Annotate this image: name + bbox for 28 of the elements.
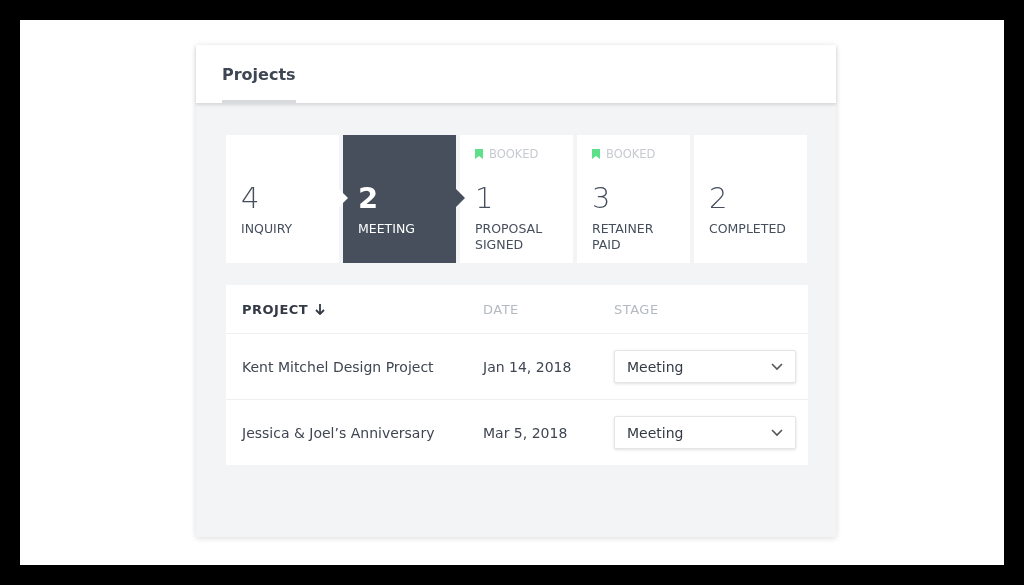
booked-label: BOOKED — [489, 147, 539, 161]
booked-label: BOOKED — [606, 147, 656, 161]
chevron-down-icon — [771, 428, 783, 437]
stage-step[interactable]: 2 COMPLETED — [694, 135, 807, 263]
sort-arrow-icon[interactable] — [315, 303, 326, 315]
project-name: Jessica & Joel’s Anniversary — [242, 424, 435, 441]
stage-label: MEETING — [358, 221, 416, 237]
bookmark-icon — [592, 149, 600, 159]
stage-count: 3 — [592, 181, 612, 215]
stage-count: 4 — [241, 181, 261, 215]
bookmark-icon — [475, 149, 483, 159]
projects-tab[interactable]: Projects — [222, 65, 296, 103]
stage-step[interactable]: BOOKED 3 RETAINER PAID — [577, 135, 690, 263]
project-date: Jan 14, 2018 — [483, 358, 572, 375]
project-date: Mar 5, 2018 — [483, 424, 568, 441]
stage-step[interactable]: BOOKED 1 PROPOSAL SIGNED — [460, 135, 573, 263]
project-name: Kent Mitchel Design Project — [242, 358, 434, 375]
stage-label: INQUIRY — [241, 221, 294, 237]
stage-count: 2 — [358, 181, 380, 215]
stage-label: RETAINER PAID — [592, 221, 655, 253]
stage-dropdown[interactable]: Meeting — [614, 350, 796, 383]
stage-label: COMPLETED — [709, 221, 787, 237]
stage-count: 1 — [475, 181, 495, 215]
stage-dropdown[interactable]: Meeting — [614, 416, 796, 449]
stage-count: 2 — [709, 181, 729, 215]
stage-label: PROPOSAL SIGNED — [475, 221, 544, 253]
column-header[interactable]: PROJECT — [242, 301, 309, 317]
chevron-down-icon — [771, 362, 783, 371]
